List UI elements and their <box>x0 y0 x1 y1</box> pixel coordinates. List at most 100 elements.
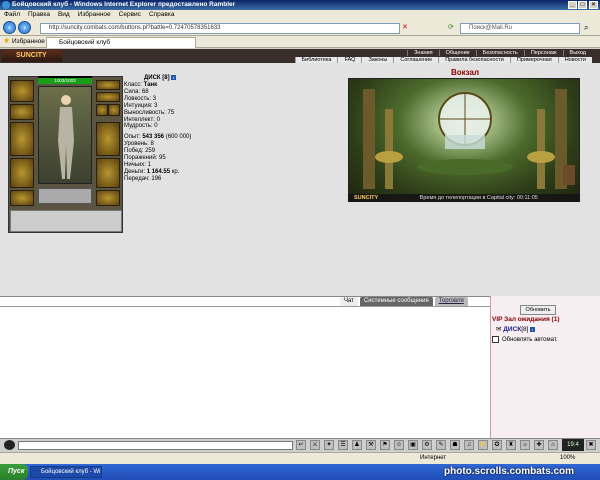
stat-intuition: Интуиция: 3 <box>124 103 244 110</box>
favorites-star-icon[interactable]: ★ <box>3 36 10 45</box>
shield-slot[interactable] <box>96 122 120 156</box>
belt-slot[interactable] <box>10 190 34 206</box>
toolbar-button-4[interactable]: ♟ <box>352 440 362 450</box>
tab-chat[interactable]: Чат <box>340 297 358 306</box>
toolbar-button-3[interactable]: ☰ <box>338 440 348 450</box>
toolbar-button-5[interactable]: ⚒ <box>366 440 376 450</box>
amulet-slot[interactable] <box>96 92 120 102</box>
stat-intellect: Интеллект: 0 <box>124 117 244 124</box>
window-title: Бойцовский клуб - Windows Internet Explo… <box>12 1 236 8</box>
chat-area[interactable] <box>0 296 490 438</box>
toolbar-button-12[interactable]: ♫ <box>464 440 474 450</box>
toolbar-button-10[interactable]: ✎ <box>436 440 446 450</box>
nav-security[interactable]: Безопасность <box>475 50 524 56</box>
stat-unit: кр. <box>171 168 180 175</box>
leggings-slot[interactable] <box>96 158 120 188</box>
start-button[interactable]: Пуск <box>0 464 28 480</box>
toolbar-button-2[interactable]: ✦ <box>324 440 334 450</box>
helmet-slot[interactable] <box>10 80 34 102</box>
toolbar-button-14[interactable]: ✪ <box>492 440 502 450</box>
ring1-slot[interactable] <box>96 104 108 116</box>
clear-icon[interactable] <box>4 440 15 450</box>
refresh-icon[interactable]: ⟳ <box>448 23 454 31</box>
browser-tab[interactable]: Бойцовский клуб <box>46 37 196 48</box>
weapon-slot[interactable] <box>10 122 34 156</box>
hp-bar: 1003/1003 <box>38 78 92 84</box>
menu-edit[interactable]: Правка <box>28 10 50 20</box>
zoom-level[interactable]: 100% <box>560 453 575 464</box>
location-title: Вокзал <box>450 68 480 77</box>
menu-file[interactable]: Файл <box>4 10 20 20</box>
menu-view[interactable]: Вид <box>58 10 70 20</box>
address-field[interactable]: http://suncity.combats.com/buttons.pl?ba… <box>40 23 400 34</box>
toolbar-button-17[interactable]: ✚ <box>534 440 544 450</box>
toolbar-button-18[interactable]: ⌂ <box>548 440 558 450</box>
stat-value: 8 <box>150 141 154 148</box>
forward-button[interactable]: › <box>18 21 31 34</box>
search-icon[interactable]: ⌕ <box>584 23 588 33</box>
stat-value: 1 <box>147 161 151 168</box>
armor-slot[interactable] <box>10 158 34 188</box>
auto-refresh-checkbox[interactable] <box>492 336 499 343</box>
maximize-button[interactable]: □ <box>578 1 587 9</box>
earrings-slot[interactable] <box>96 80 120 90</box>
stat-level: Уровень: 8 <box>124 141 244 148</box>
toolbar-button-19[interactable]: ✖ <box>586 440 596 450</box>
stat-endurance: Выносливость: 75 <box>124 110 244 117</box>
vip-user-name[interactable]: ДИСК <box>503 326 521 333</box>
tab-trade[interactable]: Торговля <box>434 297 468 306</box>
toolbar-button-13[interactable]: ⚡ <box>478 440 488 450</box>
toolbar-button-7[interactable]: ☺ <box>394 440 404 450</box>
auto-refresh-toggle[interactable]: Обновлять автомат. <box>492 336 558 343</box>
search-input[interactable]: Поиск@Mail.Ru <box>460 23 580 34</box>
stat-losses: Поражений: 95 <box>124 155 244 162</box>
stat-label: Интуиция: <box>124 102 153 109</box>
favorites-label[interactable]: Избранное <box>12 38 45 45</box>
toolbar-button-8[interactable]: ▣ <box>408 440 418 450</box>
suncity-logo: SUNCITY <box>2 50 62 62</box>
private-message-icon[interactable]: ✉ <box>496 326 501 333</box>
ring2-slot[interactable] <box>108 104 120 116</box>
character-name-row[interactable]: ДИСК [8] i <box>124 75 244 82</box>
menu-tools[interactable]: Сервис <box>119 10 141 20</box>
toolbar-button-9[interactable]: ⚙ <box>422 440 432 450</box>
character-stats: ДИСК [8] i Класс: Танк Сила: 68 Ловкость… <box>124 75 244 183</box>
menu-help[interactable]: Справка <box>149 10 175 20</box>
minimize-button[interactable]: _ <box>568 1 577 9</box>
menu-favorites[interactable]: Избранное <box>78 10 111 20</box>
toolbar-button-1[interactable]: ⚔ <box>310 440 320 450</box>
stat-label: Деньги: <box>124 168 146 175</box>
send-icon[interactable]: ↵ <box>296 440 306 450</box>
nav-character[interactable]: Персонаж <box>523 50 563 56</box>
info-icon[interactable]: i <box>530 326 536 332</box>
chat-message-input[interactable] <box>18 441 293 450</box>
nav-knowledge[interactable]: Знания <box>407 50 439 56</box>
auto-refresh-label: Обновлять автомат. <box>502 336 558 343</box>
backpack-slots[interactable] <box>38 188 92 204</box>
stat-value: 196 <box>151 175 162 182</box>
spell-slots[interactable] <box>10 210 122 232</box>
info-icon[interactable]: i <box>171 75 177 80</box>
game-clock: 19:4 <box>562 439 584 451</box>
character-level: [8] <box>162 75 170 82</box>
location-scene[interactable] <box>348 78 580 202</box>
stop-icon[interactable]: ✕ <box>402 23 408 31</box>
close-button[interactable]: × <box>589 1 598 9</box>
refresh-button[interactable]: Обновить <box>520 305 556 315</box>
nav-exit[interactable]: Выход <box>562 50 592 56</box>
stat-value: 3 <box>154 102 158 109</box>
ie-icon <box>2 1 10 9</box>
toolbar-button-6[interactable]: ⚑ <box>380 440 390 450</box>
taskbar-ie-window[interactable]: Бойцовский клуб - Wi... <box>30 466 102 478</box>
toolbar-button-16[interactable]: ☼ <box>520 440 530 450</box>
boots-slot[interactable] <box>96 190 120 206</box>
toolbar-button-15[interactable]: ♜ <box>506 440 516 450</box>
stat-value: 259 <box>145 148 156 155</box>
back-button[interactable]: ‹ <box>3 21 16 34</box>
nav-communication[interactable]: Общение <box>438 50 476 56</box>
tab-system-messages[interactable]: Системные сообщения <box>359 297 433 306</box>
necklace-slot[interactable] <box>10 104 34 120</box>
vip-user-row[interactable]: ✉ ДИСК[8] i <box>496 325 536 333</box>
teleport-caption: SUNCITY Время до телепортации в Capital … <box>348 194 580 202</box>
toolbar-button-11[interactable]: ☗ <box>450 440 460 450</box>
